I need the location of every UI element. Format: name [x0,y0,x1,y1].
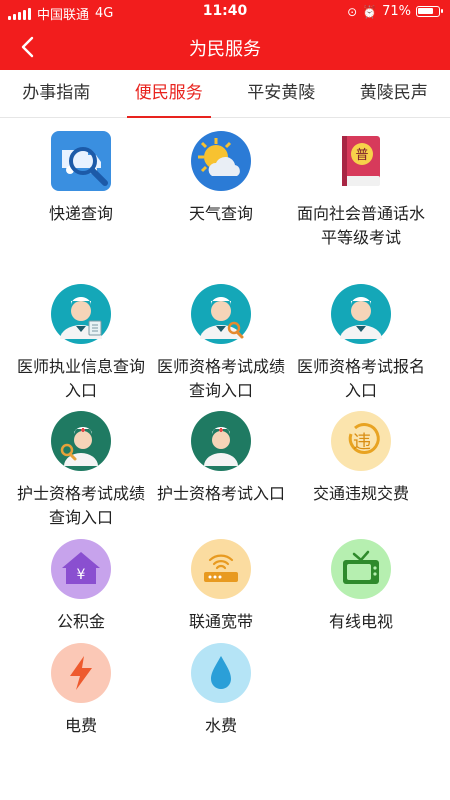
service-nurse-entry[interactable]: 护士资格考试入口 [146,410,296,506]
service-doctor-score[interactable]: 医师资格考试成绩查询入口 [146,283,296,403]
service-electricity[interactable]: 电费 [6,642,156,738]
tv-icon [330,538,392,600]
tab-convenience[interactable]: 便民服务 [113,70,226,118]
service-weather[interactable]: 天气查询 [146,130,296,226]
service-broadband[interactable]: 联通宽带 [146,538,296,634]
page-title: 为民服务 [189,39,261,60]
service-express[interactable]: 快递查询 [6,130,156,226]
status-bar: 中国联通 4G 11:40 ⊙ ⏰ 71% [0,0,450,24]
service-water[interactable]: 水费 [146,642,296,738]
service-label: 有线电视 [328,612,393,631]
service-doctor-info[interactable]: 医师执业信息查询入口 [6,283,156,403]
lightning-icon [50,642,112,704]
doctor-list-icon [50,283,112,345]
service-housing-fund[interactable]: ¥ 公积金 [6,538,156,634]
svg-text:普: 普 [355,148,368,163]
doctor-icon [330,283,392,345]
service-label: 快递查询 [48,204,113,223]
service-label: 护士资格考试入口 [156,484,285,503]
service-label: 医师资格考试成绩查询入口 [156,357,285,400]
service-label: 联通宽带 [188,612,253,631]
service-nurse-score[interactable]: 护士资格考试成绩查询入口 [6,410,156,530]
weather-icon [190,130,252,192]
tab-safety[interactable]: 平安黄陵 [225,70,338,117]
svg-text:违: 违 [353,432,371,453]
nurse-search-icon [50,410,112,472]
service-traffic-fine[interactable]: 违 交通违规交费 [286,410,436,506]
traffic-fine-icon: 违 [330,410,392,472]
service-label: 水费 [204,716,237,735]
battery-icon [416,6,443,17]
housing-fund-icon: ¥ [50,538,112,600]
top-bar: 中国联通 4G 11:40 ⊙ ⏰ 71% 为民服务 [0,0,450,70]
doctor-search-icon [190,283,252,345]
service-label: 医师执业信息查询入口 [16,357,145,400]
service-mandarin[interactable]: 普 面向社会普通话水平等级考试 [286,130,436,250]
tab-voice[interactable]: 黄陵民声 [338,70,450,117]
battery-percent: 71% [382,4,411,19]
service-label: 公积金 [56,612,105,631]
tab-guide[interactable]: 办事指南 [0,70,113,117]
service-cable-tv[interactable]: 有线电视 [286,538,436,634]
tab-bar: 办事指南 便民服务 平安黄陵 黄陵民声 [0,70,450,118]
service-label: 交通违规交费 [312,484,409,503]
nav-bar: 为民服务 [0,24,450,70]
service-doctor-signup[interactable]: 医师资格考试报名入口 [286,283,436,403]
service-label: 护士资格考试成绩查询入口 [16,484,145,527]
orientation-lock-icon: ⊙ [347,4,358,19]
service-label: 电费 [64,716,97,735]
water-drop-icon [190,642,252,704]
svg-text:¥: ¥ [77,567,86,583]
service-label: 天气查询 [188,204,253,223]
express-search-icon [50,130,112,192]
mandarin-book-icon: 普 [330,130,392,192]
nurse-icon [190,410,252,472]
alarm-icon: ⏰ [362,4,378,19]
broadband-router-icon [190,538,252,600]
service-label: 医师资格考试报名入口 [296,357,425,400]
service-label: 面向社会普通话水平等级考试 [296,204,425,247]
